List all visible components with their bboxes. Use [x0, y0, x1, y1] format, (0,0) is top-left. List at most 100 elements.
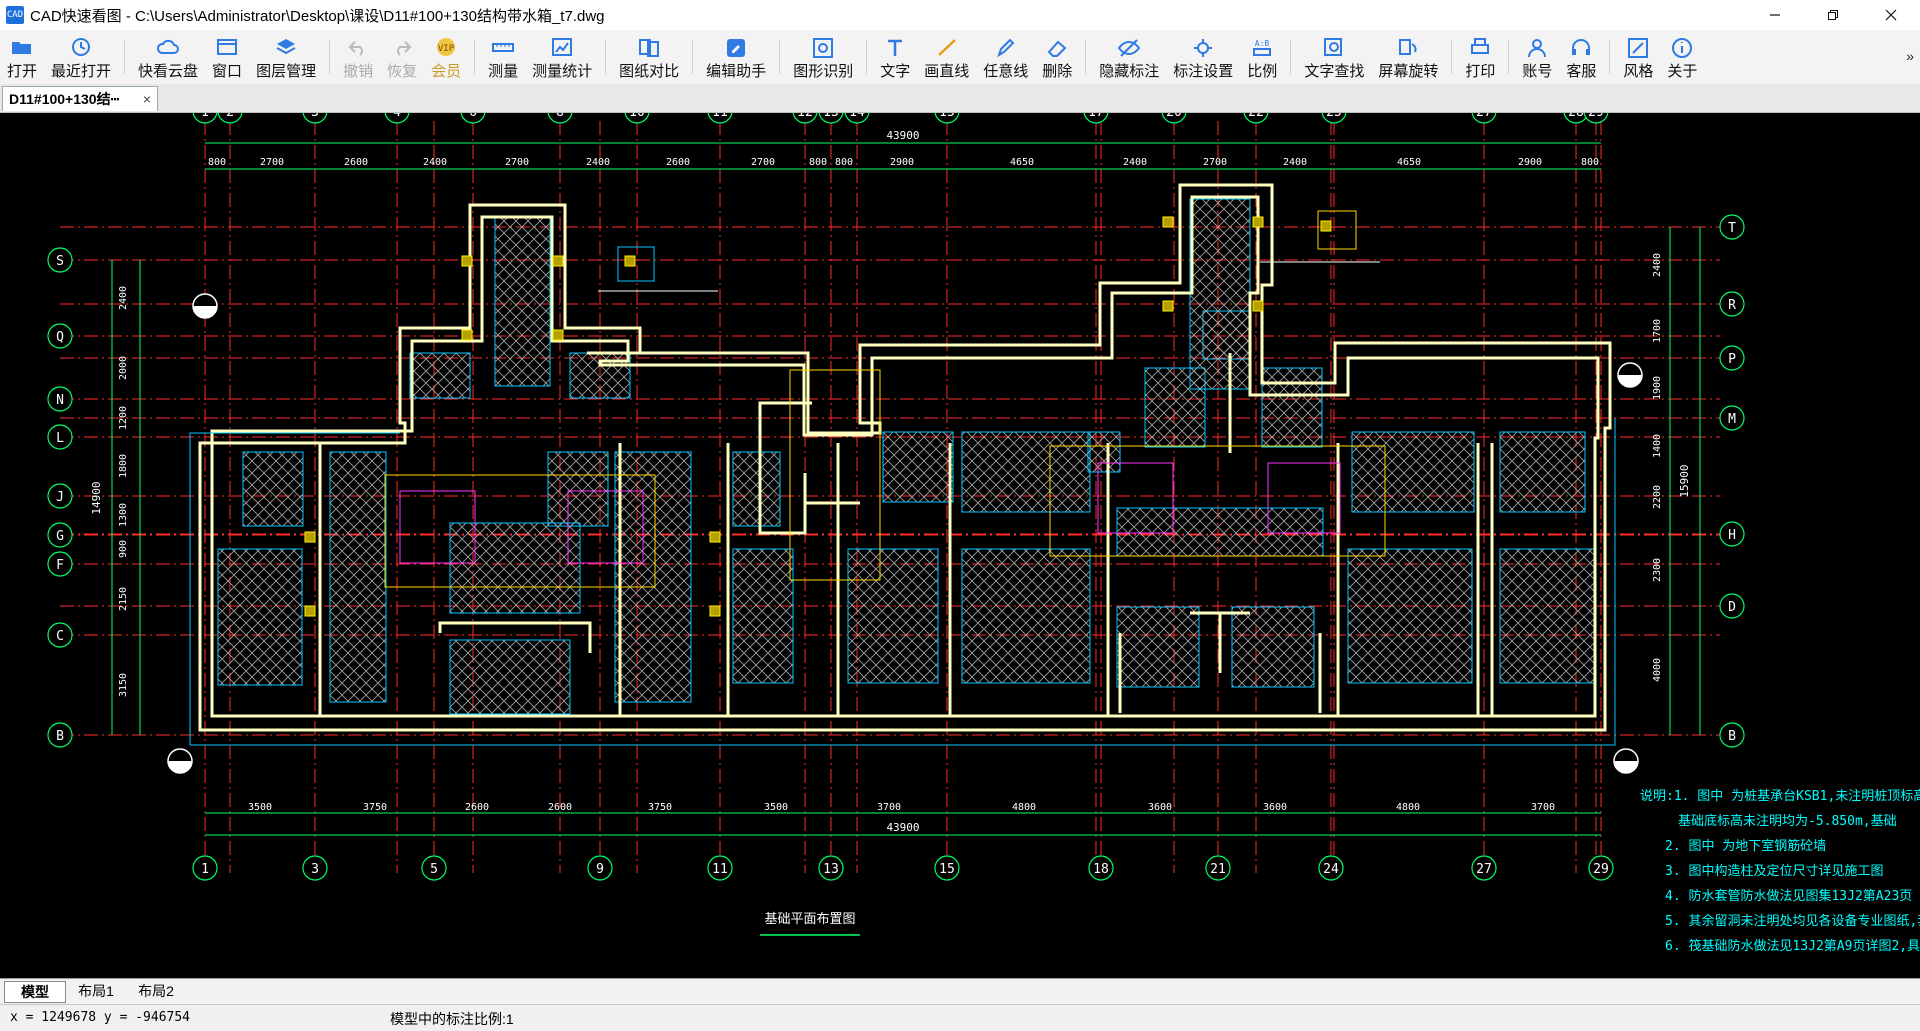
axis-bubble-top: 3: [302, 113, 328, 124]
toolbar-button-14[interactable]: 画直线: [917, 30, 976, 84]
toolbar-button-4[interactable]: 图层管理: [249, 30, 323, 84]
close-icon: [1885, 9, 1897, 21]
toolbar-button-7[interactable]: VIP 会员: [424, 30, 468, 84]
toolbar-button-2[interactable]: 快看云盘: [131, 30, 205, 84]
toolbar-button-13[interactable]: 文字: [873, 30, 917, 84]
column-square: [1252, 216, 1264, 228]
minimize-button[interactable]: [1746, 0, 1804, 30]
top-total-dimension: 43900: [886, 129, 919, 142]
document-tab[interactable]: D11#100+130结┅ ×: [2, 86, 158, 111]
bottom-dimension: 4800: [1396, 802, 1420, 813]
hatched-room: [1499, 548, 1597, 684]
top-dimension: 2400: [586, 157, 610, 168]
axis-bubble-bottom-label: 1: [201, 862, 209, 877]
toolbar-button-0[interactable]: 打开: [0, 30, 44, 84]
axis-bubble-bottom-label: 3: [311, 862, 319, 877]
drawing-canvas[interactable]: 43900 800 2700 2600 2400 2700 2400 2600 2700 800 8…: [0, 113, 1920, 977]
toolbar-button-3[interactable]: 窗口: [205, 30, 249, 84]
drawing-note: 6. 筏基础防水做法见13J2第A9页详图2,具体: [1665, 938, 1920, 954]
drawing-note: 5. 其余留洞未注明处均见各设备专业图纸,套管平: [1665, 913, 1920, 929]
close-window-button[interactable]: [1862, 0, 1920, 30]
toolbar-button-12[interactable]: 图形识别: [786, 30, 860, 84]
toolbar-button-label: 测量: [488, 63, 519, 80]
toolbar-button-19[interactable]: A:B 比例: [1240, 30, 1284, 84]
toolbar-button-11[interactable]: 编辑助手: [699, 30, 773, 84]
toolbar-button-label: 打印: [1465, 63, 1496, 80]
title-bar: CAD CAD快速看图 - C:\Users\Administrator\Des…: [0, 0, 1920, 30]
drawing-note: 4. 防水套管防水做法见图集13J2第A23页: [1665, 888, 1912, 904]
column-square: [304, 531, 316, 543]
toolbar-button-18[interactable]: 标注设置: [1166, 30, 1240, 84]
toolbar-button-label: 关于: [1667, 63, 1698, 80]
axis-bubble-bottom: 11: [707, 855, 733, 881]
axis-bubble-bottom-label: 21: [1210, 862, 1226, 877]
axis-bubble-left: J: [47, 483, 73, 509]
toolbar-button-8[interactable]: 测量: [481, 30, 525, 84]
toolbar-button-10[interactable]: 图纸对比: [612, 30, 686, 84]
toolbar-separator: [1290, 40, 1292, 74]
axis-bubble-top: 8: [547, 113, 573, 124]
axis-bubble-right: M: [1719, 405, 1745, 431]
axis-bubble-top-label: 3: [311, 113, 319, 120]
top-dimension: 4650: [1010, 157, 1034, 168]
hatched-room: [449, 639, 571, 715]
column-square: [1320, 220, 1332, 232]
toolbar-button-25[interactable]: 风格: [1616, 30, 1660, 84]
toolbar-button-label: 最近打开: [51, 63, 112, 80]
shape-recognize-icon: [811, 36, 835, 58]
toolbar-button-21[interactable]: 屏幕旋转: [1371, 30, 1445, 84]
toolbar-button-1[interactable]: 最近打开: [44, 30, 118, 84]
column-square: [709, 605, 721, 617]
toolbar-button-6[interactable]: 恢复: [380, 30, 424, 84]
toolbar-button-label: 屏幕旋转: [1378, 63, 1439, 80]
bottom-total-dimension: 43900: [886, 821, 919, 834]
axis-bubble-bottom: 3: [302, 855, 328, 881]
bottom-dimension: 3700: [1531, 802, 1555, 813]
hatched-room: [1231, 606, 1315, 688]
cad-drawing[interactable]: 43900800 2700 2600 2400 2700 2400 2600 2700 800 8…: [0, 113, 1920, 977]
cursor-coordinates: x = 1249678 y = -946754: [10, 1010, 191, 1025]
axis-bubble-bottom: 9: [587, 855, 613, 881]
toolbar-button-26[interactable]: 关于: [1660, 30, 1704, 84]
restore-button[interactable]: [1804, 0, 1862, 30]
eraser-icon: [1045, 36, 1069, 58]
toolbar-button-9[interactable]: 测量统计: [525, 30, 599, 84]
toolbar-button-15[interactable]: 任意线: [976, 30, 1035, 84]
hatched-room: [217, 548, 303, 686]
axis-bubble-left: G: [47, 522, 73, 548]
axis-bubble-top: 10: [624, 113, 650, 124]
pen-icon: [994, 36, 1018, 58]
toolbar-button-23[interactable]: 账号: [1515, 30, 1559, 84]
axis-bubble-bottom-label: 11: [712, 862, 728, 877]
toolbar-button-label: 窗口: [212, 63, 243, 80]
toolbar-button-20[interactable]: 文字查找: [1297, 30, 1371, 84]
user-icon: [1525, 36, 1549, 58]
column-square: [552, 329, 564, 341]
axis-bubble-left-label: B: [56, 729, 64, 744]
minimize-icon: [1770, 14, 1780, 16]
annotation-settings-icon: [1191, 36, 1215, 58]
toolbar-overflow-button[interactable]: »: [1906, 48, 1914, 64]
axis-bubble-right: T: [1719, 214, 1745, 240]
toolbar-button-22[interactable]: 打印: [1458, 30, 1502, 84]
svg-text:A:B: A:B: [1255, 39, 1270, 48]
layout-tab-layout2[interactable]: 布局2: [130, 981, 182, 1001]
toolbar-separator: [866, 40, 868, 74]
measure-stats-icon: [550, 36, 574, 58]
left-dimension: 1300: [118, 503, 129, 527]
close-tab-icon[interactable]: ×: [143, 91, 151, 107]
layout-tab-layout1[interactable]: 布局1: [70, 981, 122, 1001]
toolbar-separator: [1085, 40, 1087, 74]
clock-icon: [69, 36, 93, 58]
axis-bubble-top-label: 14: [849, 113, 865, 120]
toolbar-button-5[interactable]: 撤销: [336, 30, 380, 84]
hatched-room: [329, 451, 387, 703]
toolbar-button-17[interactable]: 隐藏标注: [1092, 30, 1166, 84]
axis-bubble-top: 12: [792, 113, 818, 124]
toolbar-button-16[interactable]: 删除: [1035, 30, 1079, 84]
axis-bubble-left: B: [47, 722, 73, 748]
toolbar-button-24[interactable]: 客服: [1559, 30, 1603, 84]
layout-tab-model[interactable]: 模型: [4, 981, 66, 1003]
column-marker: [617, 246, 655, 282]
axis-bubble-top: 22: [1243, 113, 1269, 124]
